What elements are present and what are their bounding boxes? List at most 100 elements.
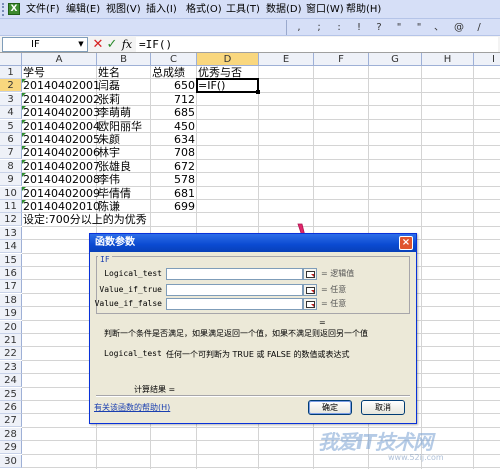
cell-c3[interactable]: 712 xyxy=(151,93,197,106)
excel-app-icon[interactable]: X xyxy=(8,3,20,15)
question-button[interactable]: ? xyxy=(373,21,385,34)
cell-b5[interactable]: 欧阳丽华 xyxy=(97,120,151,133)
row-header[interactable]: 27 xyxy=(0,414,22,428)
cell-b2[interactable]: 闫磊 xyxy=(97,79,151,92)
exclamation-button[interactable]: ! xyxy=(353,21,365,34)
arg-input-value-if-true[interactable] xyxy=(166,284,303,296)
cell-a2[interactable]: 20140402001 xyxy=(22,79,100,92)
row-header[interactable]: 23 xyxy=(0,360,22,374)
row-header[interactable]: 9 xyxy=(0,173,22,187)
row-header[interactable]: 14 xyxy=(0,240,22,254)
row-header[interactable]: 21 xyxy=(0,334,22,347)
row-header[interactable]: 16 xyxy=(0,267,22,280)
cell-c1[interactable]: 总成绩 xyxy=(151,66,197,79)
cell-b11[interactable]: 陈谦 xyxy=(97,200,151,213)
cell-b6[interactable]: 朱颜 xyxy=(97,133,151,146)
row-header[interactable]: 15 xyxy=(0,253,22,267)
menu-grip-handle[interactable] xyxy=(2,3,6,16)
cell-c5[interactable]: 450 xyxy=(151,120,197,133)
row-header[interactable]: 18 xyxy=(0,293,22,307)
cell-b4[interactable]: 李萌萌 xyxy=(97,106,151,119)
row-header[interactable]: 30 xyxy=(0,454,22,468)
at-button[interactable]: @ xyxy=(453,21,465,34)
row-header[interactable]: 28 xyxy=(0,427,22,441)
row-header[interactable]: 7 xyxy=(0,146,22,160)
row-header[interactable]: 5 xyxy=(0,119,22,133)
arg-input-value-if-false[interactable] xyxy=(166,298,303,310)
cell-b9[interactable]: 李伟 xyxy=(97,173,151,186)
row-header[interactable]: 6 xyxy=(0,133,22,146)
row-header[interactable]: 24 xyxy=(0,374,22,388)
formula-input[interactable]: =IF() xyxy=(136,37,498,52)
row-header[interactable]: 29 xyxy=(0,441,22,455)
row-header[interactable]: 26 xyxy=(0,401,22,414)
colon-button[interactable]: : xyxy=(333,21,345,34)
cell-c10[interactable]: 681 xyxy=(151,187,197,200)
row-header[interactable]: 3 xyxy=(0,92,22,106)
cell-a9[interactable]: 20140402008 xyxy=(22,173,100,186)
column-header-h[interactable]: H xyxy=(422,53,474,66)
cell-b8[interactable]: 张雄良 xyxy=(97,160,151,173)
row-header[interactable]: 20 xyxy=(0,320,22,334)
collapse-dialog-icon[interactable] xyxy=(303,268,317,280)
cell-c6[interactable]: 634 xyxy=(151,133,197,146)
column-header-d[interactable]: D xyxy=(197,53,259,66)
row-header[interactable]: 22 xyxy=(0,347,22,361)
cell-c9[interactable]: 578 xyxy=(151,173,197,186)
cell-a6[interactable]: 20140402005 xyxy=(22,133,100,146)
column-header-g[interactable]: G xyxy=(369,53,422,66)
close-quote-button[interactable]: " xyxy=(413,21,425,34)
menu-insert[interactable]: 插入(I) xyxy=(146,3,177,17)
cell-c2[interactable]: 650 xyxy=(151,79,197,92)
select-all-corner[interactable] xyxy=(0,53,22,66)
cell-d2[interactable]: =IF() xyxy=(197,79,259,92)
cell-c4[interactable]: 685 xyxy=(151,106,197,119)
open-quote-button[interactable]: " xyxy=(393,21,405,34)
collapse-dialog-icon[interactable] xyxy=(303,284,317,296)
row-header[interactable]: 1 xyxy=(0,66,22,79)
column-header-f[interactable]: F xyxy=(314,53,369,66)
cell-a12[interactable]: 设定:700分以上的为优秀 xyxy=(22,213,147,226)
dialog-title[interactable]: 函数参数 xyxy=(90,234,416,252)
row-header[interactable]: 19 xyxy=(0,307,22,321)
column-header-c[interactable]: C xyxy=(151,53,197,66)
row-header[interactable]: 11 xyxy=(0,200,22,213)
close-icon[interactable]: × xyxy=(399,236,413,250)
cell-a8[interactable]: 20140402007 xyxy=(22,159,100,173)
column-header-i[interactable]: I xyxy=(474,53,500,66)
collapse-dialog-icon[interactable] xyxy=(303,298,317,310)
row-header[interactable]: 2 xyxy=(0,79,22,93)
cell-b10[interactable]: 毕倩倩 xyxy=(97,187,151,200)
row-header[interactable]: 17 xyxy=(0,280,22,294)
column-header-e[interactable]: E xyxy=(259,53,314,66)
chevron-down-icon[interactable]: ▼ xyxy=(75,38,87,51)
cancel-icon[interactable]: ✕ xyxy=(92,37,104,52)
cell-b7[interactable]: 林宇 xyxy=(97,146,151,159)
row-header[interactable]: 25 xyxy=(0,387,22,401)
slash-button[interactable]: / xyxy=(473,21,485,34)
cell-a4[interactable]: 20140402003 xyxy=(22,106,100,119)
arg-input-logical-test[interactable] xyxy=(166,268,303,280)
cell-a11[interactable]: 20140402010 xyxy=(22,200,100,213)
menu-format[interactable]: 格式(O) xyxy=(186,3,222,17)
menu-view[interactable]: 视图(V) xyxy=(106,3,141,17)
ok-button[interactable]: 确定 xyxy=(308,400,352,415)
row-header[interactable]: 13 xyxy=(0,226,22,240)
cell-a3[interactable]: 20140402002 xyxy=(22,92,100,106)
column-header-b[interactable]: B xyxy=(97,53,151,66)
menu-tools[interactable]: 工具(T) xyxy=(226,3,260,17)
insert-function-icon[interactable]: fx xyxy=(120,37,134,52)
cell-c7[interactable]: 708 xyxy=(151,146,197,159)
comma-button[interactable]: , xyxy=(293,21,305,34)
cell-a5[interactable]: 20140402004 xyxy=(22,119,100,133)
check-icon[interactable]: ✓ xyxy=(106,37,118,52)
menu-help[interactable]: 帮助(H) xyxy=(346,3,381,17)
row-header[interactable]: 10 xyxy=(0,186,22,200)
cell-c8[interactable]: 672 xyxy=(151,160,197,173)
menu-edit[interactable]: 编辑(E) xyxy=(66,3,100,17)
cell-b3[interactable]: 张莉 xyxy=(97,93,151,106)
cell-c11[interactable]: 699 xyxy=(151,200,197,213)
cancel-button[interactable]: 取消 xyxy=(361,400,405,415)
menu-data[interactable]: 数据(D) xyxy=(266,3,302,17)
cell-d1[interactable]: 优秀与否 xyxy=(197,66,259,79)
